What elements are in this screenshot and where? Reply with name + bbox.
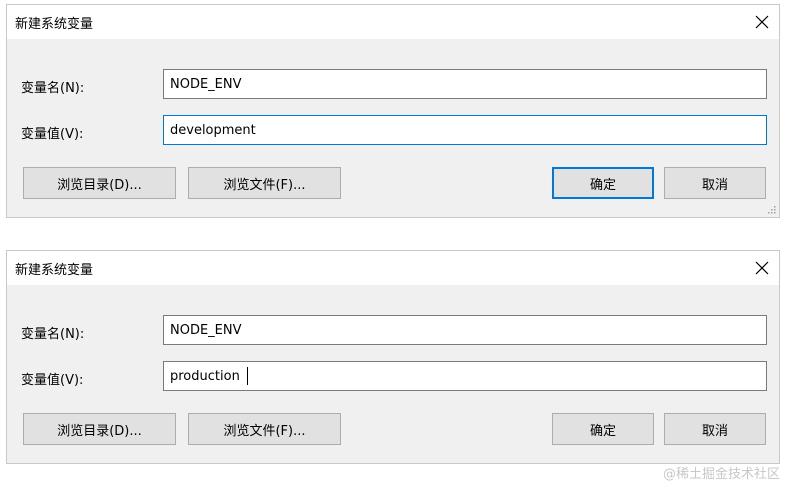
close-button[interactable]: [745, 251, 779, 285]
variable-value-input[interactable]: [163, 115, 767, 145]
variable-name-input[interactable]: [163, 69, 767, 99]
variable-name-input[interactable]: [163, 315, 767, 345]
title-bar: 新建系统变量: [7, 5, 779, 39]
watermark: @稀土掘金技术社区: [662, 467, 780, 482]
dialog-title: 新建系统变量: [15, 17, 94, 32]
resize-grip-icon[interactable]: [766, 204, 776, 214]
close-icon: [755, 15, 769, 29]
close-icon: [755, 261, 769, 275]
browse-file-button[interactable]: 浏览文件(F)...: [188, 413, 341, 445]
variable-name-label: 变量名(N):: [21, 327, 85, 342]
screenshot-stage: 新建系统变量 变量名(N): 变量值(V): 浏览目录(D)... 浏览文件(F…: [0, 0, 788, 488]
variable-value-label: 变量值(V):: [21, 127, 84, 142]
ok-button[interactable]: 确定: [552, 413, 654, 445]
title-bar: 新建系统变量: [7, 251, 779, 285]
new-system-variable-dialog: 新建系统变量 变量名(N): 变量值(V): 浏览目录(D)... 浏览文件(F…: [6, 4, 780, 218]
variable-name-label: 变量名(N):: [21, 81, 85, 96]
browse-directory-button[interactable]: 浏览目录(D)...: [23, 167, 176, 199]
cancel-button[interactable]: 取消: [664, 413, 766, 445]
variable-value-input[interactable]: [163, 361, 767, 391]
variable-value-label: 变量值(V):: [21, 373, 84, 388]
browse-file-button[interactable]: 浏览文件(F)...: [188, 167, 341, 199]
browse-directory-button[interactable]: 浏览目录(D)...: [23, 413, 176, 445]
new-system-variable-dialog: 新建系统变量 变量名(N): 变量值(V): 浏览目录(D)... 浏览文件(F…: [6, 250, 780, 464]
text-caret: [247, 367, 248, 385]
dialog-title: 新建系统变量: [15, 263, 94, 278]
ok-button[interactable]: 确定: [552, 167, 654, 199]
close-button[interactable]: [745, 5, 779, 39]
cancel-button[interactable]: 取消: [664, 167, 766, 199]
